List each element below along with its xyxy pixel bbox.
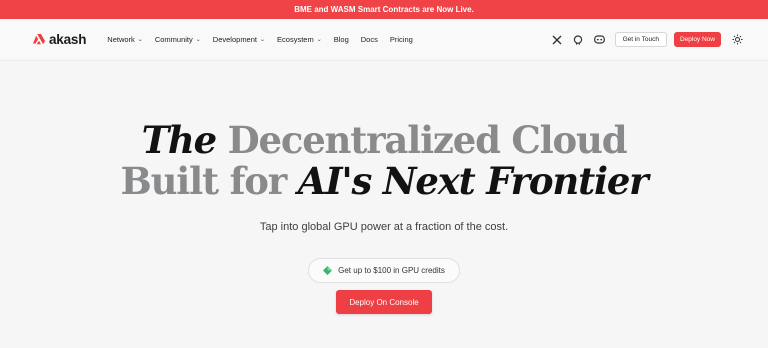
headline-emphasis: The bbox=[141, 118, 218, 162]
deploy-on-console-button[interactable]: Deploy On Console bbox=[336, 290, 432, 314]
discord-icon[interactable] bbox=[593, 35, 605, 44]
cta-container: Deploy On Console bbox=[0, 290, 768, 314]
nav-item-label: Blog bbox=[333, 35, 349, 44]
main-menu: Network ⌄ Community ⌄ Development ⌄ Ecos… bbox=[107, 35, 425, 44]
get-in-touch-button[interactable]: Get in Touch bbox=[614, 32, 667, 47]
nav-item-network[interactable]: Network ⌄ bbox=[107, 35, 143, 44]
nav-item-community[interactable]: Community ⌄ bbox=[155, 35, 201, 44]
logo-text: akash bbox=[49, 32, 87, 47]
deploy-on-console-label: Deploy On Console bbox=[349, 297, 419, 307]
nav-item-ecosystem[interactable]: Ecosystem ⌄ bbox=[277, 35, 322, 44]
akash-logo-icon bbox=[33, 34, 45, 45]
nav-item-label: Docs bbox=[360, 35, 378, 44]
nav-item-label: Ecosystem bbox=[277, 35, 314, 44]
gpu-credits-text: Get up to $100 in GPU credits bbox=[338, 266, 445, 275]
deploy-now-label: Deploy Now bbox=[679, 36, 715, 43]
announcement-text[interactable]: BME and WASM Smart Contracts are Now Liv… bbox=[294, 5, 474, 14]
chevron-down-icon: ⌄ bbox=[316, 37, 322, 43]
x-icon[interactable] bbox=[552, 35, 562, 45]
nav-actions: Get in Touch Deploy Now bbox=[541, 32, 743, 47]
nav-item-blog[interactable]: Blog bbox=[334, 35, 349, 44]
nav-item-label: Community bbox=[154, 35, 193, 44]
nav-item-development[interactable]: Development ⌄ bbox=[213, 35, 265, 44]
hero-subtitle: Tap into global GPU power at a fraction … bbox=[259, 221, 509, 233]
announcement-banner[interactable]: BME and WASM Smart Contracts are Now Liv… bbox=[0, 0, 768, 19]
akash-logo[interactable]: akash bbox=[33, 32, 86, 47]
get-in-touch-label: Get in Touch bbox=[622, 36, 659, 43]
chevron-down-icon: ⌄ bbox=[260, 37, 266, 43]
headline-emphasis: AI's Next Frontier bbox=[297, 159, 649, 203]
nav-item-label: Pricing bbox=[389, 35, 413, 44]
chevron-down-icon: ⌄ bbox=[195, 37, 201, 43]
sun-icon[interactable] bbox=[732, 34, 743, 45]
headline-text: Decentralized Cloud bbox=[227, 118, 628, 162]
hero-headline: The Decentralized Cloud Built for AI's N… bbox=[0, 120, 768, 202]
nav-item-pricing[interactable]: Pricing bbox=[390, 35, 413, 44]
top-navigation: akash Network ⌄ Community ⌄ Development … bbox=[0, 19, 768, 61]
headline-text: Built for bbox=[120, 159, 288, 203]
chevron-down-icon: ⌄ bbox=[137, 37, 143, 43]
nav-item-label: Network bbox=[107, 35, 135, 44]
deploy-now-button[interactable]: Deploy Now bbox=[673, 32, 721, 47]
gpu-credits-pill[interactable]: Get up to $100 in GPU credits bbox=[308, 258, 460, 283]
hero-section: The Decentralized Cloud Built for AI's N… bbox=[0, 120, 768, 314]
gem-icon bbox=[323, 266, 333, 275]
github-icon[interactable] bbox=[573, 34, 583, 45]
nav-item-docs[interactable]: Docs bbox=[361, 35, 378, 44]
nav-item-label: Development bbox=[212, 35, 257, 44]
